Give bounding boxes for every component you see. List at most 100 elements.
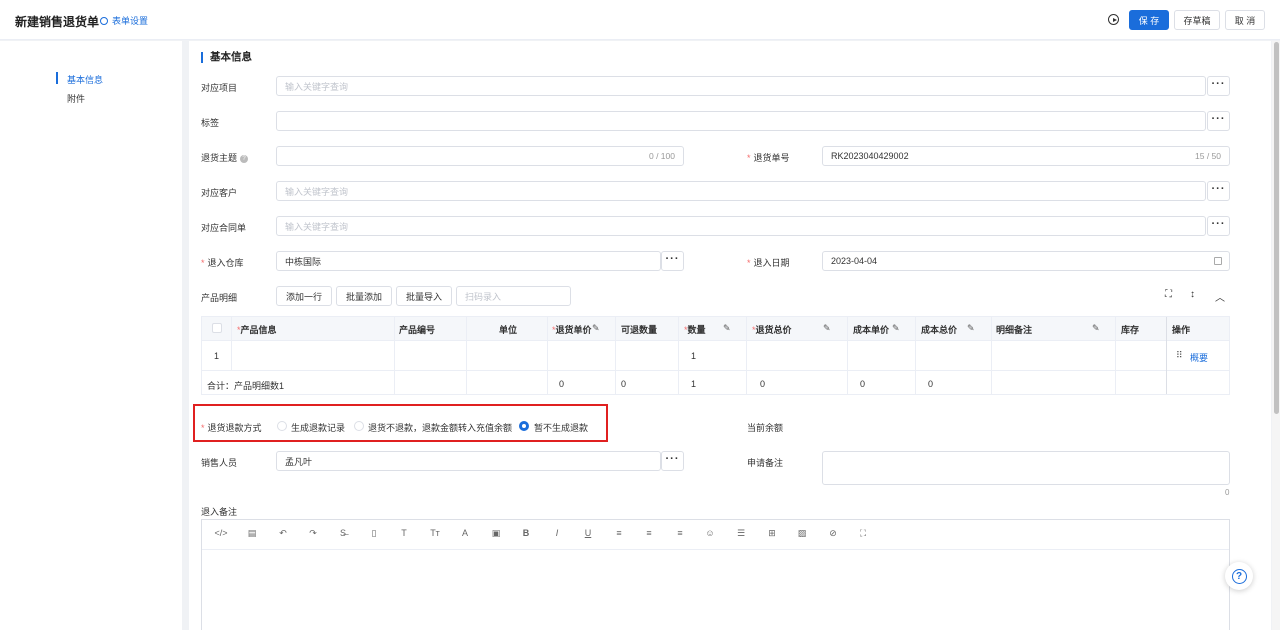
radio-generate-refund[interactable] — [277, 421, 287, 431]
align-right-icon[interactable]: ≡ — [672, 528, 688, 538]
col-divider — [847, 317, 848, 394]
bold-icon[interactable]: B — [518, 528, 534, 538]
edit-pen-icon[interactable]: ✎ — [892, 323, 900, 334]
code-view-icon[interactable]: </> — [213, 528, 229, 538]
col-actions: 操作 — [1172, 325, 1191, 335]
warehouse-label: * 退入仓库 — [201, 258, 244, 268]
col-product-info: *产品信息 — [237, 325, 277, 335]
attachment-icon[interactable]: ⊘ — [825, 528, 841, 539]
drag-handle-icon[interactable]: ⠿ — [1176, 350, 1183, 361]
cancel-button[interactable]: 取 消 — [1225, 10, 1265, 30]
fullscreen-editor-icon[interactable]: ⛶ — [855, 528, 871, 539]
help-icon[interactable]: ? — [240, 154, 249, 163]
underline-icon[interactable]: U — [580, 528, 596, 538]
contract-input[interactable]: 输入关键字查询 — [276, 216, 1206, 236]
project-label: 对应项目 — [201, 83, 238, 93]
align-center-icon[interactable]: ≡ — [641, 528, 657, 538]
customer-placeholder: 输入关键字查询 — [285, 186, 349, 197]
italic-icon[interactable]: I — [549, 528, 565, 538]
return-no-value: RK2023040429002 — [831, 151, 909, 161]
radio-no-refund-now[interactable] — [519, 421, 529, 431]
strikethrough-icon[interactable]: S̶ — [335, 528, 351, 538]
option-no-refund-to-balance[interactable]: 退货不退款，退款金额转入充值余额 — [368, 421, 512, 434]
select-all-checkbox[interactable] — [212, 323, 222, 333]
page-title: 新建销售退货单 — [15, 15, 100, 29]
edit-pen-icon[interactable]: ✎ — [823, 323, 831, 334]
preview-play-icon[interactable] — [1108, 14, 1119, 25]
total-unit-price: 0 — [559, 379, 565, 389]
col-divider — [466, 317, 467, 394]
scrollbar-thumb[interactable] — [1274, 42, 1279, 414]
tags-more-button[interactable]: ··· — [1207, 111, 1230, 131]
contract-more-button[interactable]: ··· — [1207, 216, 1230, 236]
col-unit: 单位 — [499, 325, 518, 335]
edit-pen-icon[interactable]: ✎ — [967, 323, 975, 334]
horizontal-rule-icon[interactable]: ☰ — [733, 528, 749, 539]
top-header — [0, 0, 1280, 40]
warehouse-more-button[interactable]: ··· — [661, 251, 684, 271]
form-settings-link[interactable]: 表单设置 — [100, 14, 148, 27]
return-no-input[interactable]: RK2023040429002 15 / 50 — [822, 146, 1230, 166]
col-divider — [1166, 317, 1167, 394]
font-size-icon[interactable]: T — [396, 528, 412, 538]
col-product-code: 产品编号 — [399, 325, 436, 335]
sales-person-more-button[interactable]: ··· — [661, 451, 684, 471]
subject-count: 0 / 100 — [649, 151, 675, 161]
tags-label: 标签 — [201, 118, 220, 128]
return-date-input[interactable]: 2023-04-04 — [822, 251, 1230, 271]
sidenav-item-basic-info[interactable]: 基本信息 — [67, 73, 103, 86]
customer-more-button[interactable]: ··· — [1207, 181, 1230, 201]
gear-icon — [100, 16, 108, 25]
row-summary-link[interactable]: 概要 — [1190, 351, 1208, 364]
tags-input[interactable] — [276, 111, 1206, 131]
fullscreen-icon[interactable]: ⛶ — [1165, 289, 1172, 300]
total-returnable: 0 — [621, 379, 627, 389]
row-divider — [202, 370, 1229, 371]
sales-person-input[interactable]: 孟凡叶 — [276, 451, 661, 471]
col-qty-text: 数量 — [687, 325, 706, 335]
save-draft-button[interactable]: 存草稿 — [1174, 10, 1220, 30]
font-color-icon[interactable]: A — [457, 528, 473, 538]
text-style-icon[interactable]: Tт — [427, 528, 443, 538]
project-input[interactable]: 输入关键字查询 — [276, 76, 1206, 96]
edit-pen-icon[interactable]: ✎ — [1092, 323, 1100, 334]
expand-vertical-icon[interactable]: ↕ — [1190, 289, 1195, 300]
refund-method-label-text: 退货退款方式 — [207, 423, 262, 433]
batch-import-button[interactable]: 批量导入 — [396, 286, 452, 306]
active-indicator — [56, 72, 58, 84]
floating-help-button[interactable]: ? — [1225, 562, 1253, 590]
option-generate-refund[interactable]: 生成退款记录 — [291, 421, 345, 434]
radio-no-refund-to-balance[interactable] — [354, 421, 364, 431]
total-label: 合计：产品明细数1 — [207, 381, 285, 391]
customer-input[interactable]: 输入关键字查询 — [276, 181, 1206, 201]
warehouse-input[interactable]: 中栋国际 — [276, 251, 661, 271]
row-divider — [202, 340, 1229, 341]
undo-icon[interactable]: ↶ — [275, 528, 291, 539]
save-button[interactable]: 保 存 — [1129, 10, 1169, 30]
batch-add-button[interactable]: 批量添加 — [336, 286, 392, 306]
row-qty[interactable]: 1 — [691, 351, 696, 361]
add-row-button[interactable]: 添加一行 — [276, 286, 332, 306]
project-more-button[interactable]: ··· — [1207, 76, 1230, 96]
scan-input[interactable]: 扫码录入 — [456, 286, 571, 306]
edit-pen-icon[interactable]: ✎ — [592, 323, 600, 334]
document-icon[interactable]: ▯ — [366, 528, 382, 539]
refund-method-label: * 退货退款方式 — [201, 423, 262, 433]
align-left-icon[interactable]: ≡ — [611, 528, 627, 538]
table-icon[interactable]: ⊞ — [764, 528, 780, 539]
image-icon[interactable]: ▨ — [794, 528, 810, 539]
option-no-refund-now[interactable]: 暂不生成退款 — [534, 421, 588, 434]
edit-pen-icon[interactable]: ✎ — [723, 323, 731, 334]
collapse-icon[interactable]: ︿ — [1215, 289, 1225, 304]
subject-input[interactable]: 0 / 100 — [276, 146, 684, 166]
apply-note-textarea[interactable] — [822, 451, 1230, 485]
apply-note-label: 申请备注 — [747, 458, 784, 468]
template-icon[interactable]: ▤ — [244, 528, 260, 539]
redo-icon[interactable]: ↷ — [305, 528, 321, 539]
warehouse-label-text: 退入仓库 — [207, 258, 244, 268]
return-no-label-text: 退货单号 — [753, 153, 790, 163]
sidenav-item-attachments[interactable]: 附件 — [67, 92, 85, 105]
background-color-icon[interactable]: ▣ — [488, 528, 504, 539]
emoji-icon[interactable]: ☺ — [702, 528, 718, 538]
apply-note-count: 0 — [1225, 488, 1230, 497]
